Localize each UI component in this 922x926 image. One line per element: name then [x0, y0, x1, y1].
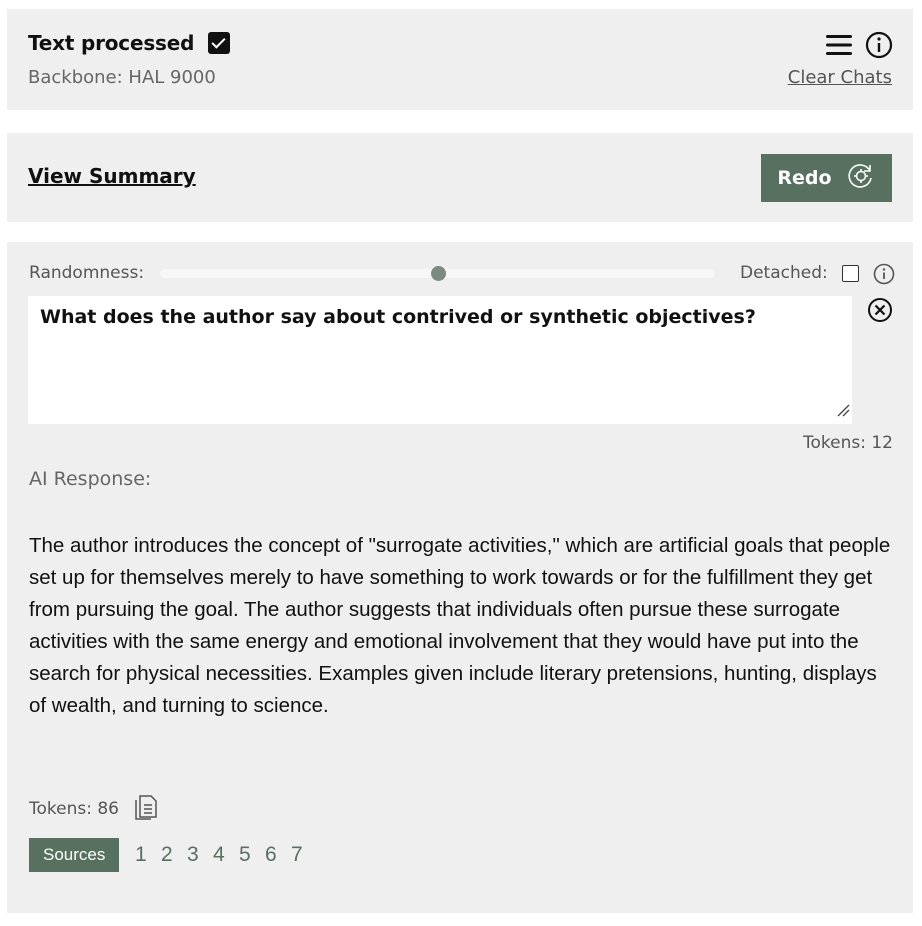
title-row: Text processed	[28, 31, 231, 55]
detached-info-icon[interactable]	[873, 263, 895, 289]
question-text: What does the author say about contrived…	[40, 306, 756, 328]
refresh-icon	[846, 161, 876, 196]
backbone-label: Backbone: HAL 9000	[28, 67, 216, 88]
randomness-slider[interactable]	[160, 266, 715, 281]
detached-checkbox[interactable]	[842, 265, 859, 282]
source-link-3[interactable]: 3	[184, 843, 201, 867]
detached-label: Detached:	[740, 263, 828, 283]
header-panel: Text processed Backbone: HAL 9000 Clear …	[7, 9, 913, 110]
clear-chats-link[interactable]: Clear Chats	[788, 67, 892, 88]
menu-icon[interactable]	[825, 33, 853, 61]
source-links: 1234567	[123, 843, 305, 867]
ai-response-text: The author introduces the concept of "su…	[29, 534, 891, 717]
resize-handle-icon[interactable]	[836, 400, 850, 422]
page-title: Text processed	[28, 31, 195, 55]
chat-panel: Randomness: Detached: What does the auth…	[7, 242, 913, 913]
redo-button[interactable]: Redo	[761, 154, 892, 202]
question-tokens: Tokens: 12	[803, 433, 893, 453]
source-link-4[interactable]: 4	[210, 843, 227, 867]
source-link-6[interactable]: 6	[262, 843, 279, 867]
question-input[interactable]: What does the author say about contrived…	[28, 296, 852, 424]
header-icons	[825, 31, 893, 63]
response-tokens: Tokens: 86	[29, 798, 119, 819]
ai-response-label: AI Response:	[29, 468, 152, 490]
source-link-1[interactable]: 1	[132, 843, 149, 867]
source-link-5[interactable]: 5	[236, 843, 253, 867]
sources-button[interactable]: Sources	[29, 838, 120, 872]
view-summary-link[interactable]: View Summary	[28, 164, 196, 188]
info-icon[interactable]	[865, 31, 893, 63]
response-tokens-row: Tokens: 86	[29, 792, 159, 825]
redo-label: Redo	[777, 167, 832, 189]
randomness-label: Randomness:	[29, 263, 145, 283]
randomness-slider-thumb[interactable]	[430, 266, 446, 281]
sources-row: Sources 1234567	[29, 838, 305, 872]
copy-icon[interactable]	[133, 792, 159, 825]
processed-checkbox[interactable]	[208, 32, 231, 54]
summary-panel: View Summary Redo	[7, 133, 913, 222]
source-link-7[interactable]: 7	[288, 843, 305, 867]
clear-input-icon[interactable]	[867, 297, 893, 327]
source-link-2[interactable]: 2	[158, 843, 175, 867]
